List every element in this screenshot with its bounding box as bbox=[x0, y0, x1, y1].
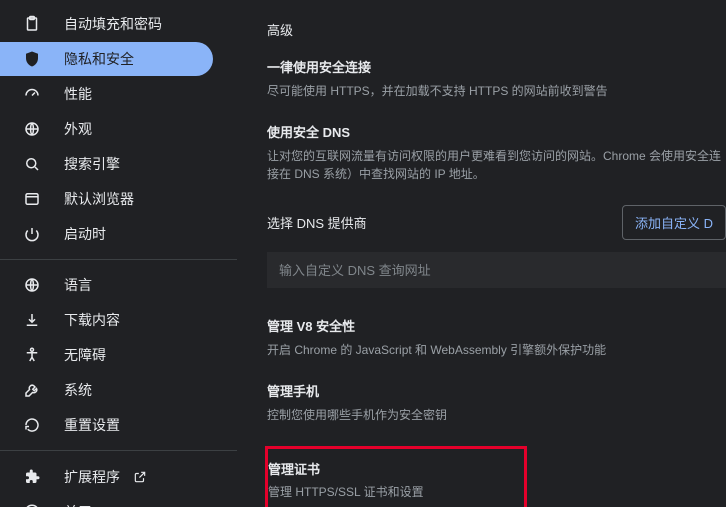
setting-title: 管理证书 bbox=[268, 459, 512, 478]
add-custom-dns-button[interactable]: 添加自定义 D bbox=[622, 205, 726, 240]
chrome-icon bbox=[22, 502, 42, 507]
custom-dns-input[interactable] bbox=[267, 252, 726, 288]
sidebar-item-label: 默认浏览器 bbox=[64, 189, 134, 209]
sidebar-item-performance[interactable]: 性能 bbox=[0, 77, 213, 111]
sidebar-item-reset[interactable]: 重置设置 bbox=[0, 408, 213, 442]
always-https-row[interactable]: 一律使用安全连接 尽可能使用 HTTPS，并在加载不支持 HTTPS 的网站前收… bbox=[267, 57, 726, 100]
sidebar-item-autofill[interactable]: 自动填充和密码 bbox=[0, 7, 213, 41]
setting-description: 控制您使用哪些手机作为安全密钥 bbox=[267, 406, 726, 424]
sidebar-item-about[interactable]: 关于 Chrome bbox=[0, 495, 213, 507]
sidebar-item-label: 重置设置 bbox=[64, 415, 120, 435]
sidebar-item-label: 语言 bbox=[64, 275, 92, 295]
settings-sidebar: 自动填充和密码 隐私和安全 性能 外观 搜索引擎 bbox=[0, 0, 237, 507]
sidebar-item-label: 无障碍 bbox=[64, 345, 106, 365]
setting-title: 一律使用安全连接 bbox=[267, 57, 726, 76]
setting-title: 管理 V8 安全性 bbox=[267, 316, 726, 335]
sidebar-item-label: 启动时 bbox=[64, 224, 106, 244]
settings-content: 高级 一律使用安全连接 尽可能使用 HTTPS，并在加载不支持 HTTPS 的网… bbox=[237, 0, 726, 507]
setting-description: 开启 Chrome 的 JavaScript 和 WebAssembly 引擎额… bbox=[267, 341, 726, 359]
sidebar-item-label: 关于 Chrome bbox=[64, 502, 146, 507]
sidebar-separator bbox=[0, 259, 237, 260]
sidebar-item-privacy[interactable]: 隐私和安全 bbox=[0, 42, 213, 76]
sidebar-item-languages[interactable]: 语言 bbox=[0, 268, 213, 302]
sidebar-item-label: 隐私和安全 bbox=[64, 49, 134, 69]
setting-description: 尽可能使用 HTTPS，并在加载不支持 HTTPS 的网站前收到警告 bbox=[267, 82, 726, 100]
browser-icon bbox=[22, 189, 42, 209]
globe-icon bbox=[22, 119, 42, 139]
sidebar-item-extensions[interactable]: 扩展程序 bbox=[0, 460, 213, 494]
sidebar-item-label: 外观 bbox=[64, 119, 92, 139]
sidebar-item-default-browser[interactable]: 默认浏览器 bbox=[0, 182, 213, 216]
sidebar-item-system[interactable]: 系统 bbox=[0, 373, 213, 407]
open-external-icon bbox=[132, 469, 148, 485]
sidebar-item-label: 搜索引擎 bbox=[64, 154, 120, 174]
shield-icon bbox=[22, 49, 42, 69]
manage-certificates-highlight: 管理证书 管理 HTTPS/SSL 证书和设置 bbox=[265, 446, 527, 507]
sidebar-item-startup[interactable]: 启动时 bbox=[0, 217, 213, 251]
wrench-icon bbox=[22, 380, 42, 400]
manage-certificates-row[interactable]: 管理证书 管理 HTTPS/SSL 证书和设置 bbox=[268, 459, 512, 501]
advanced-heading: 高级 bbox=[267, 20, 726, 39]
globe-icon bbox=[22, 275, 42, 295]
sidebar-item-downloads[interactable]: 下载内容 bbox=[0, 303, 213, 337]
extension-icon bbox=[22, 467, 42, 487]
sidebar-item-appearance[interactable]: 外观 bbox=[0, 112, 213, 146]
sidebar-separator bbox=[0, 450, 237, 451]
setting-title: 使用安全 DNS bbox=[267, 122, 726, 141]
sidebar-item-label: 扩展程序 bbox=[64, 467, 120, 487]
sidebar-item-label: 系统 bbox=[64, 380, 92, 400]
sidebar-item-label: 自动填充和密码 bbox=[64, 14, 162, 34]
sidebar-item-search[interactable]: 搜索引擎 bbox=[0, 147, 213, 181]
secure-dns-row[interactable]: 使用安全 DNS 让对您的互联网流量有访问权限的用户更难看到您访问的网站。Chr… bbox=[267, 122, 726, 183]
v8-security-row[interactable]: 管理 V8 安全性 开启 Chrome 的 JavaScript 和 WebAs… bbox=[267, 316, 726, 359]
download-icon bbox=[22, 310, 42, 330]
setting-description: 让对您的互联网流量有访问权限的用户更难看到您访问的网站。Chrome 会使用安全… bbox=[267, 147, 726, 183]
setting-description: 管理 HTTPS/SSL 证书和设置 bbox=[268, 483, 512, 501]
manage-phones-row[interactable]: 管理手机 控制您使用哪些手机作为安全密钥 bbox=[267, 381, 726, 424]
search-icon bbox=[22, 154, 42, 174]
sidebar-item-accessibility[interactable]: 无障碍 bbox=[0, 338, 213, 372]
speedometer-icon bbox=[22, 84, 42, 104]
sidebar-item-label: 下载内容 bbox=[64, 310, 120, 330]
sidebar-item-label: 性能 bbox=[64, 84, 92, 104]
accessibility-icon bbox=[22, 345, 42, 365]
setting-title: 管理手机 bbox=[267, 381, 726, 400]
power-icon bbox=[22, 224, 42, 244]
clipboard-icon bbox=[22, 14, 42, 34]
reset-icon bbox=[22, 415, 42, 435]
dns-provider-label: 选择 DNS 提供商 bbox=[267, 213, 622, 232]
dns-provider-row: 选择 DNS 提供商 添加自定义 D bbox=[267, 205, 726, 240]
